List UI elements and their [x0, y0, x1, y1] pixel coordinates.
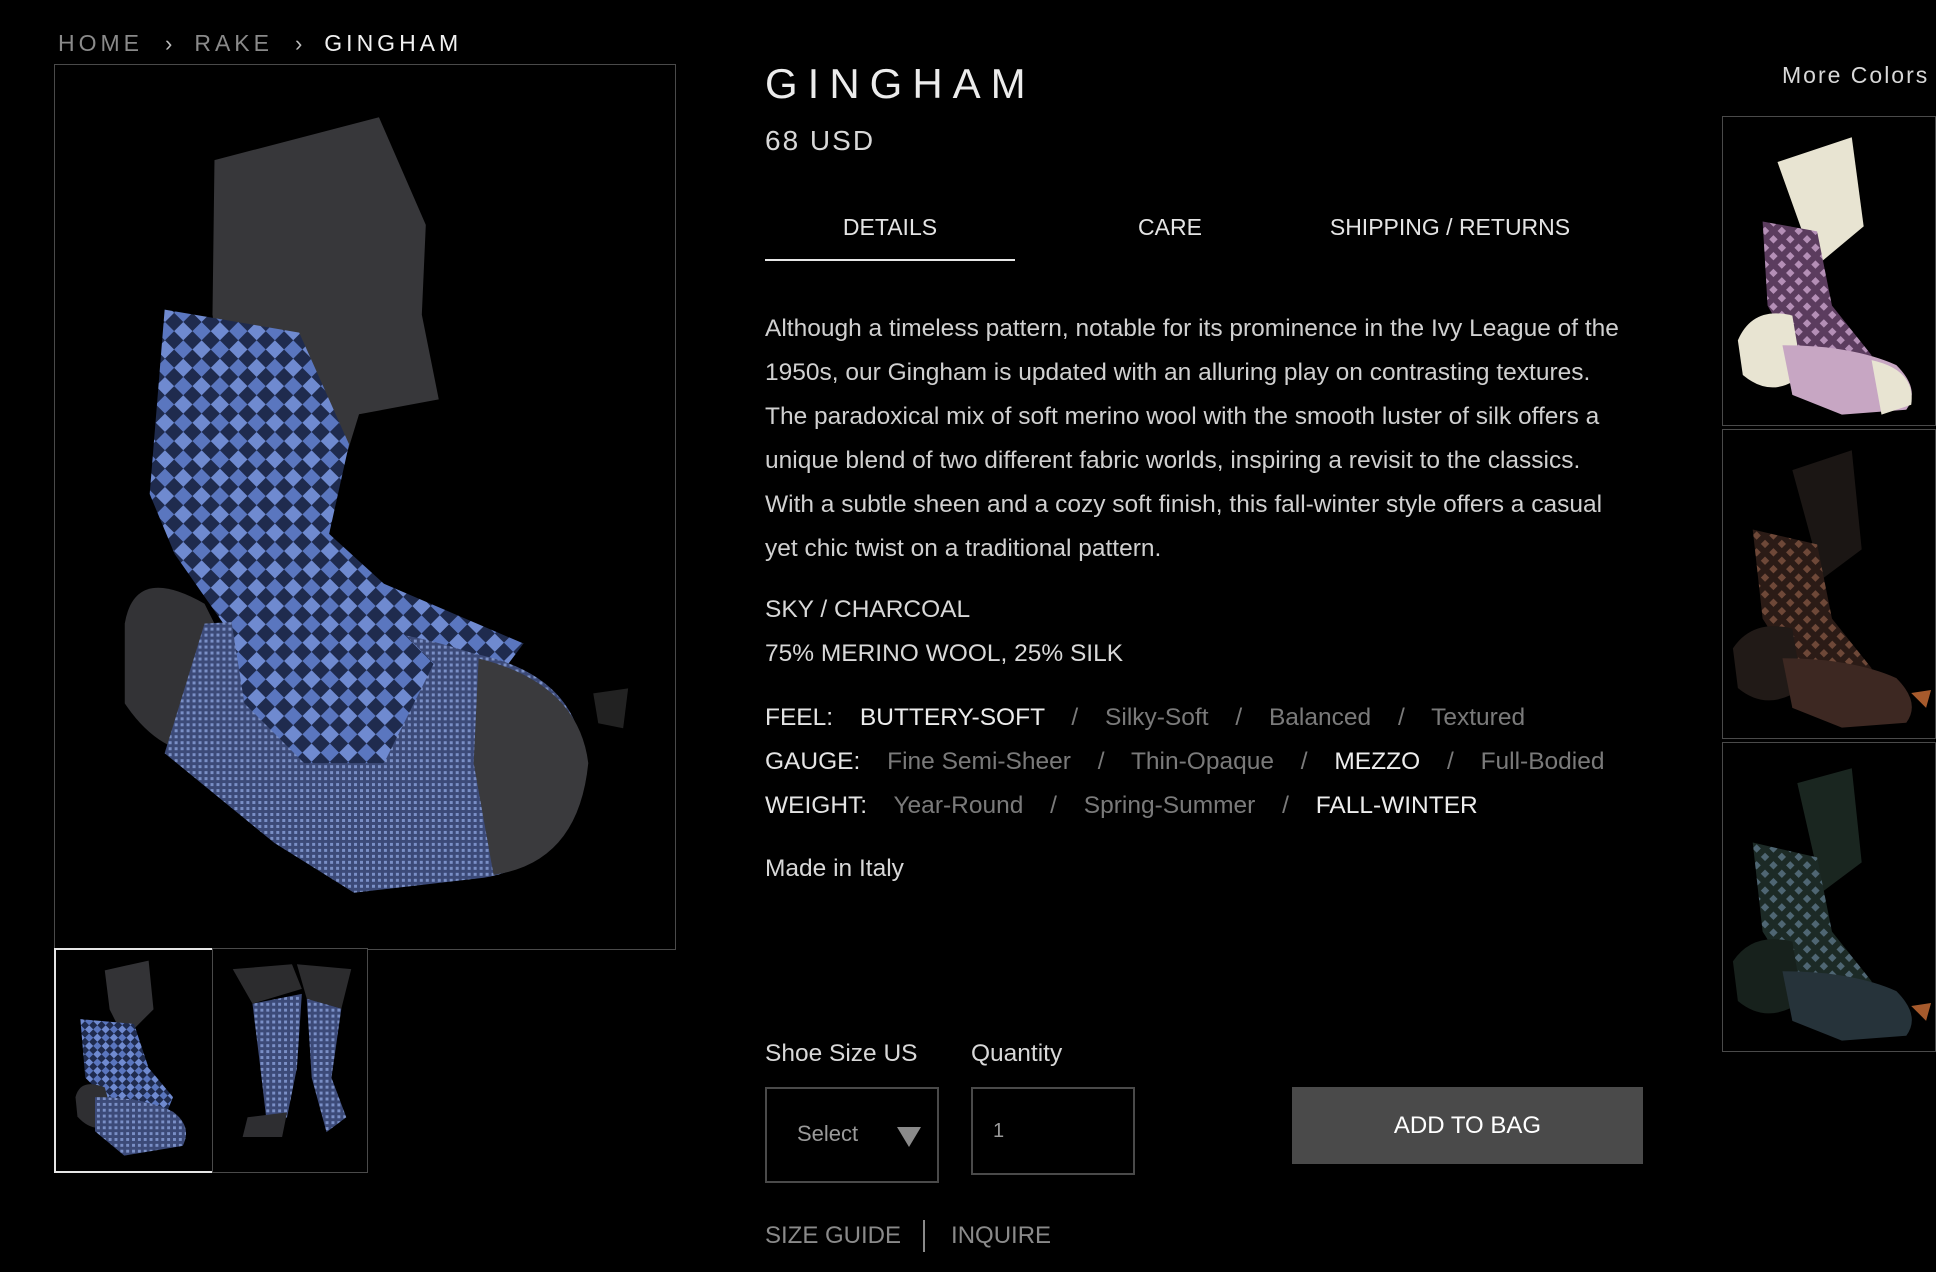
breadcrumb-home-link[interactable]: HOME — [58, 30, 143, 57]
color-swatch-green[interactable] — [1722, 742, 1936, 1052]
product-color: SKY / CHARCOAL — [765, 596, 971, 623]
weight-option: FALL-WINTER — [1315, 792, 1478, 819]
product-price: 68 USD — [765, 125, 876, 156]
sock-flat-icon — [124, 117, 629, 893]
gauge-option: Full-Bodied — [1480, 748, 1605, 775]
link-divider — [923, 1220, 926, 1252]
gauge-option: Thin-Opaque — [1130, 748, 1274, 775]
product-tabs: DETAILS CARE SHIPPING / RETURNS — [765, 200, 1615, 262]
quantity-label: Quantity — [971, 1040, 1063, 1067]
sock-flat-icon — [75, 960, 186, 1156]
feel-attribute: FEEL: BUTTERY-SOFT / Silky-Soft / Balanc… — [765, 704, 1526, 731]
thumbnail-worn[interactable] — [212, 948, 368, 1173]
product-title: GINGHAM — [765, 60, 1036, 107]
tab-care[interactable]: CARE — [1095, 214, 1245, 241]
inquire-link[interactable]: INQUIRE — [951, 1222, 1051, 1250]
breadcrumb: HOME › RAKE › GINGHAM — [58, 30, 462, 57]
made-in-label: Made in Italy — [765, 855, 904, 882]
feel-option: Silky-Soft — [1105, 704, 1209, 731]
breadcrumb-separator: › — [165, 30, 173, 56]
size-guide-link[interactable]: SIZE GUIDE — [765, 1222, 901, 1250]
color-swatch-lilac[interactable] — [1722, 116, 1936, 426]
thumbnail-flat[interactable] — [54, 948, 214, 1173]
add-to-bag-button[interactable]: ADD TO BAG — [1292, 1087, 1643, 1164]
shoe-size-label: Shoe Size US — [765, 1040, 918, 1067]
more-colors-label: More Colors — [1782, 62, 1930, 88]
gauge-option: MEZZO — [1334, 748, 1421, 775]
main-product-image[interactable] — [54, 64, 676, 950]
product-composition: 75% MERINO WOOL, 25% SILK — [765, 640, 1124, 667]
weight-option: Spring-Summer — [1083, 792, 1256, 819]
tab-shipping-returns[interactable]: SHIPPING / RETURNS — [1320, 214, 1580, 241]
color-swatch-brown[interactable] — [1722, 429, 1936, 739]
gauge-option: Fine Semi-Sheer — [887, 748, 1071, 775]
sock-swatch-icon — [1732, 450, 1932, 728]
tab-details[interactable]: DETAILS — [765, 214, 1015, 241]
breadcrumb-rake-link[interactable]: RAKE — [194, 30, 273, 57]
quantity-input[interactable] — [971, 1087, 1135, 1175]
sock-swatch-icon — [1737, 137, 1912, 415]
feel-option: BUTTERY-SOFT — [859, 704, 1045, 731]
chevron-down-icon — [897, 1127, 921, 1147]
feel-label: FEEL: — [765, 704, 834, 731]
weight-option: Year-Round — [893, 792, 1024, 819]
product-description: Although a timeless pattern, notable for… — [765, 315, 1619, 562]
shoe-size-value: Select — [797, 1121, 859, 1146]
sock-swatch-icon — [1732, 768, 1932, 1041]
breadcrumb-current: GINGHAM — [324, 30, 463, 56]
feel-option: Textured — [1431, 704, 1526, 731]
sock-worn-icon — [232, 964, 352, 1138]
bottom-links: SIZE GUIDE INQUIRE — [765, 1220, 1051, 1252]
active-tab-indicator — [765, 259, 1015, 261]
weight-attribute: WEIGHT: Year-Round / Spring-Summer / FAL… — [765, 792, 1478, 819]
gauge-label: GAUGE: — [765, 748, 861, 775]
breadcrumb-separator: › — [294, 30, 303, 56]
gauge-attribute: GAUGE: Fine Semi-Sheer / Thin-Opaque / M… — [765, 748, 1605, 775]
weight-label: WEIGHT: — [765, 792, 868, 819]
shoe-size-select[interactable]: Select — [765, 1087, 939, 1183]
feel-option: Balanced — [1268, 704, 1372, 731]
